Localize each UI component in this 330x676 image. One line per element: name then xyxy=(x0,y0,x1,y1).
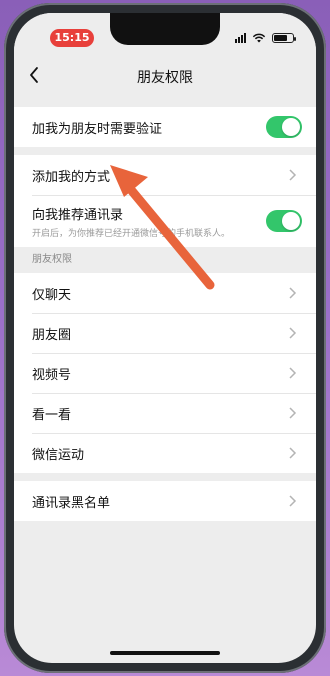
permission-item-channels[interactable]: 视频号 xyxy=(14,353,316,393)
home-indicator xyxy=(110,651,220,655)
verify-group: 加我为朋友时需要验证 xyxy=(14,107,316,147)
notch xyxy=(110,13,220,45)
chevron-right-icon xyxy=(289,407,297,419)
recommend-label: 向我推荐通讯录 xyxy=(32,207,124,223)
permission-label: 朋友圈 xyxy=(32,327,72,343)
signal-icon xyxy=(235,33,246,43)
add-methods-group: 添加我的方式 向我推荐通讯录 开启后，为你推荐已经开通微信号的手机联系人。 xyxy=(14,155,316,247)
wifi-icon xyxy=(252,33,266,43)
phone-frame: 15:15 朋友权限 加我为朋友时需要验证 添加我的方式 向我推荐通讯录 开启后… xyxy=(4,3,326,673)
friend-permissions-group: 仅聊天 朋友圈 视频号 看一看 微信运动 xyxy=(14,273,316,473)
chevron-right-icon xyxy=(289,287,297,299)
nav-bar: 朋友权限 xyxy=(14,55,316,99)
system-icons xyxy=(235,32,296,44)
chevron-right-icon xyxy=(289,367,297,379)
chevron-right-icon xyxy=(289,447,297,459)
blacklist-row[interactable]: 通讯录黑名单 xyxy=(14,481,316,521)
permission-item-chat-only[interactable]: 仅聊天 xyxy=(14,273,316,313)
recommend-description: 开启后，为你推荐已经开通微信号的手机联系人。 xyxy=(32,228,231,239)
permission-label: 仅聊天 xyxy=(32,287,72,303)
permission-label: 视频号 xyxy=(32,367,72,383)
add-methods-row[interactable]: 添加我的方式 xyxy=(14,155,316,195)
permission-item-top-stories[interactable]: 看一看 xyxy=(14,393,316,433)
settings-content: 加我为朋友时需要验证 添加我的方式 向我推荐通讯录 开启后，为你推荐已经开通微信… xyxy=(14,99,316,521)
chevron-right-icon xyxy=(289,495,297,507)
verify-row[interactable]: 加我为朋友时需要验证 xyxy=(14,107,316,147)
friend-permissions-title: 朋友权限 xyxy=(32,254,72,265)
permission-label: 微信运动 xyxy=(32,447,85,463)
recommend-toggle[interactable] xyxy=(266,210,302,232)
chevron-right-icon xyxy=(289,327,297,339)
blacklist-group: 通讯录黑名单 xyxy=(14,481,316,521)
add-methods-label: 添加我的方式 xyxy=(32,169,111,185)
status-time: 15:15 xyxy=(50,29,94,47)
permission-item-werun[interactable]: 微信运动 xyxy=(14,433,316,473)
permission-label: 看一看 xyxy=(32,407,72,423)
screen: 15:15 朋友权限 加我为朋友时需要验证 添加我的方式 向我推荐通讯录 开启后… xyxy=(14,13,316,663)
blacklist-label: 通讯录黑名单 xyxy=(32,495,111,511)
battery-icon xyxy=(272,33,296,43)
permission-item-moments[interactable]: 朋友圈 xyxy=(14,313,316,353)
status-bar: 15:15 xyxy=(14,13,316,55)
verify-toggle[interactable] xyxy=(266,116,302,138)
verify-label: 加我为朋友时需要验证 xyxy=(32,121,163,137)
page-title: 朋友权限 xyxy=(137,70,193,86)
recommend-row[interactable]: 向我推荐通讯录 开启后，为你推荐已经开通微信号的手机联系人。 xyxy=(14,195,316,247)
chevron-right-icon xyxy=(289,169,297,181)
